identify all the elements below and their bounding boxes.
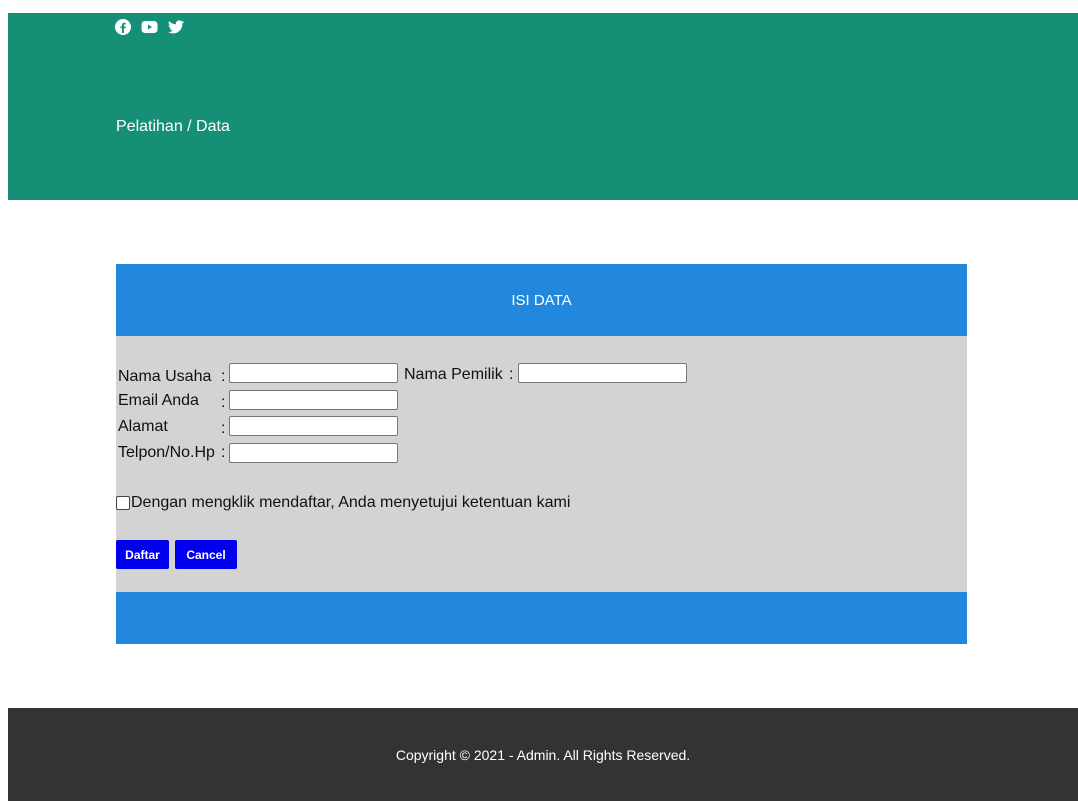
- nama-pemilik-separator: :: [509, 366, 514, 383]
- breadcrumb: Pelatihan / Data: [116, 118, 230, 135]
- telpon-label: Telpon/No.Hp: [118, 444, 215, 461]
- copyright-text: Copyright © 2021 - Admin. All Rights Res…: [395, 746, 691, 763]
- form-footer-bar: [116, 592, 967, 644]
- daftar-button[interactable]: Daftar: [116, 540, 169, 569]
- email-input[interactable]: [229, 390, 398, 410]
- site-header: Pelatihan / Data: [8, 13, 1078, 200]
- cancel-button[interactable]: Cancel: [175, 540, 237, 569]
- nama-pemilik-label: Nama Pemilik: [404, 366, 503, 383]
- agreement-row: Dengan mengklik mendaftar, Anda menyetuj…: [116, 494, 570, 512]
- alamat-input[interactable]: [229, 416, 398, 436]
- nama-usaha-separator: :: [221, 368, 226, 385]
- social-links: [115, 19, 184, 35]
- facebook-icon[interactable]: [115, 19, 131, 35]
- form-title: ISI DATA: [116, 264, 967, 336]
- youtube-icon[interactable]: [141, 20, 158, 34]
- alamat-label: Alamat: [118, 418, 168, 435]
- registration-form: ISI DATA Nama Usaha : Nama Pemilik : Ema…: [116, 264, 967, 644]
- alamat-separator: :: [221, 420, 226, 437]
- agreement-text: Dengan mengklik mendaftar, Anda menyetuj…: [131, 494, 571, 511]
- telpon-input[interactable]: [229, 443, 398, 463]
- email-label: Email Anda: [118, 392, 199, 409]
- agreement-checkbox[interactable]: [116, 496, 130, 510]
- nama-usaha-input[interactable]: [229, 363, 398, 383]
- telpon-separator: :: [221, 444, 226, 461]
- nama-pemilik-input[interactable]: [518, 363, 687, 383]
- nama-usaha-label: Nama Usaha: [118, 368, 212, 385]
- site-footer: Copyright © 2021 - Admin. All Rights Res…: [8, 708, 1078, 801]
- twitter-icon[interactable]: [168, 20, 184, 34]
- email-separator: :: [221, 394, 226, 411]
